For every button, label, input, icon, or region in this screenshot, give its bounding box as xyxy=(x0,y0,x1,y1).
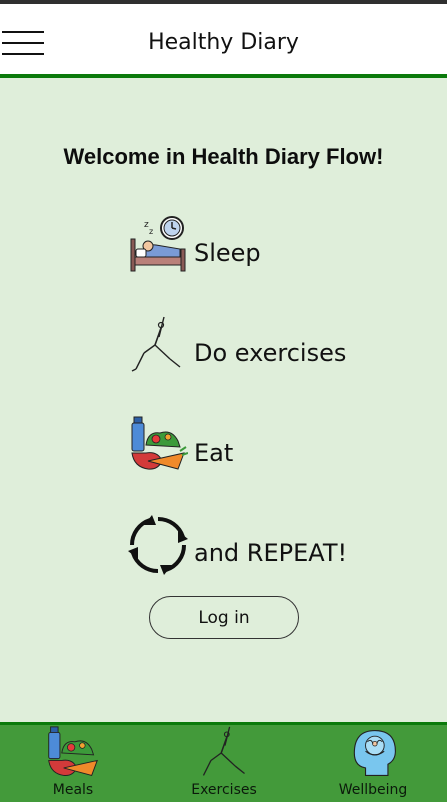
flow-label-eat: Eat xyxy=(194,439,234,467)
sleeping-bed-clock-icon: z z xyxy=(130,216,186,272)
flow-item-exercises: Do exercises xyxy=(128,315,428,375)
login-button[interactable]: Log in xyxy=(149,596,299,639)
healthy-food-icon xyxy=(48,726,99,776)
nav-item-meals[interactable]: Meals xyxy=(18,725,128,802)
flow-item-eat: Eat xyxy=(128,415,428,475)
nav-label-exercises: Exercises xyxy=(191,782,257,798)
nav-item-wellbeing[interactable]: Wellbeing xyxy=(318,725,428,802)
svg-text:z: z xyxy=(149,227,153,236)
yoga-pose-icon xyxy=(202,726,245,776)
nav-label-meals: Meals xyxy=(52,782,94,798)
app-header: Healthy Diary xyxy=(0,4,447,74)
bottom-navigation: Meals Exercises Wellbeing xyxy=(0,725,447,802)
main-content: Welcome in Health Diary Flow! z z Sleep xyxy=(0,78,447,722)
flow-label-sleep: Sleep xyxy=(194,239,261,267)
flow-label-exercises: Do exercises xyxy=(194,339,347,367)
yoga-pose-icon xyxy=(131,316,181,372)
welcome-heading: Welcome in Health Diary Flow! xyxy=(63,144,384,169)
app-title: Healthy Diary xyxy=(148,30,299,55)
flow-item-repeat: and REPEAT! xyxy=(128,515,428,575)
flow-item-sleep: z z Sleep xyxy=(128,215,428,275)
repeat-cycle-icon xyxy=(128,515,188,575)
healthy-food-icon xyxy=(131,416,188,470)
flow-label-repeat: and REPEAT! xyxy=(194,539,348,567)
wellbeing-head-icon xyxy=(353,730,396,776)
nav-item-exercises[interactable]: Exercises xyxy=(169,725,279,802)
nav-label-wellbeing: Wellbeing xyxy=(338,782,408,798)
